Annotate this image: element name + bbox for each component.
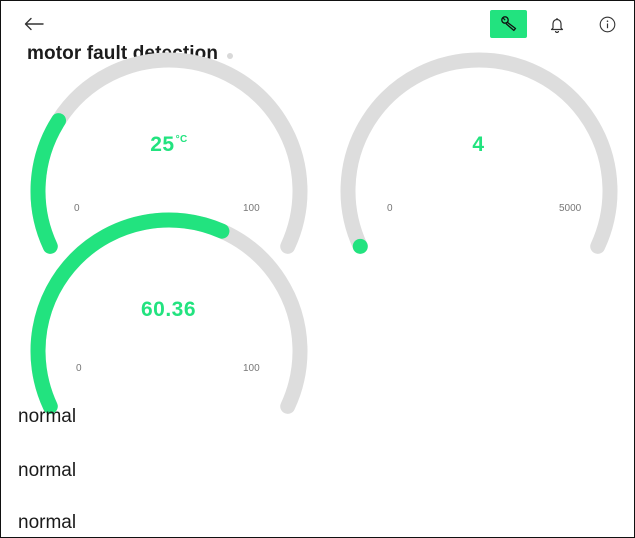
info-button[interactable] [596, 13, 618, 35]
count-gauge: 4 0 5000 [334, 52, 624, 254]
app-screen: motor fault detection 25°C 0 100 4 0 500… [0, 0, 635, 538]
info-icon [599, 16, 615, 32]
arrow-left-icon [24, 17, 44, 31]
temperature-gauge: 25°C 0 100 [24, 52, 314, 254]
status-label-2: normal [18, 460, 77, 481]
device-status-dot [227, 52, 234, 59]
percentage-gauge: 60.36 0 100 [24, 212, 314, 414]
status-label-1: normal [18, 406, 77, 427]
gauge-value: 60.36 [140, 298, 197, 321]
gauge-value: 4 [472, 133, 485, 156]
gauge-max-label: 5000 [559, 203, 582, 214]
status-label-3: normal [18, 512, 77, 533]
gauge-min-label: 0 [76, 363, 82, 374]
gauge-fill [352, 238, 368, 254]
gauge-value: 25°C [150, 133, 188, 156]
gauge-max-label: 100 [243, 203, 260, 214]
notifications-button[interactable] [546, 13, 568, 35]
bell-icon [550, 17, 564, 33]
back-button[interactable] [23, 13, 45, 35]
gauge-min-label: 0 [74, 203, 80, 214]
wrench-icon [500, 16, 516, 32]
gauge-max-label: 100 [243, 363, 260, 374]
gauge-min-label: 0 [387, 203, 393, 214]
settings-tool-button[interactable] [490, 10, 527, 38]
gauge-unit: °C [175, 134, 188, 145]
